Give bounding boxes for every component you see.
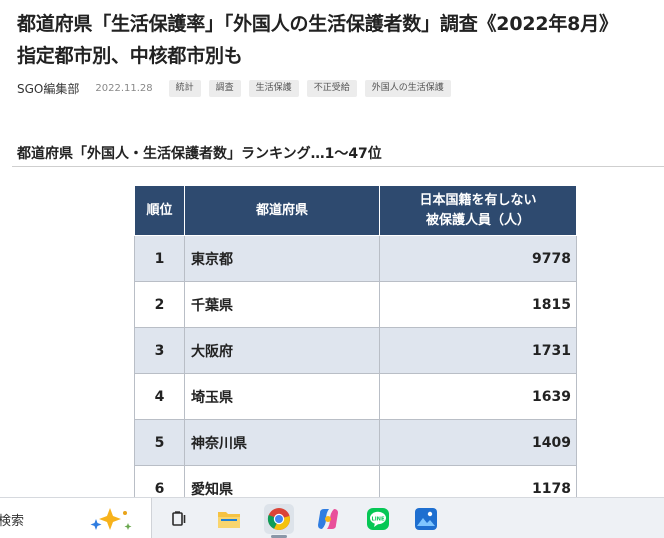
count-cell: 9778 (379, 235, 577, 282)
header-count-line-1: 日本国籍を有しない (419, 192, 537, 208)
table-row: 1 東京都 9778 (134, 235, 577, 282)
rank-cell: 3 (134, 327, 185, 374)
rank-cell: 4 (134, 373, 185, 420)
count-cell: 1815 (379, 281, 577, 328)
count-cell: 1409 (379, 419, 577, 466)
table-row: 2 千葉県 1815 (134, 281, 577, 328)
article-meta: SGO編集部 2022.11.28 統計 調査 生活保護 不正受給 外国人の生活… (17, 78, 451, 98)
article-title-line-2: 指定都市別、中核都市別も (17, 45, 243, 67)
tag-foreigner-welfare[interactable]: 外国人の生活保護 (364, 79, 451, 97)
prefecture-cell: 東京都 (184, 235, 380, 282)
section-divider (12, 166, 664, 167)
prefecture-cell: 愛知県 (184, 465, 380, 497)
rank-cell: 6 (134, 465, 185, 497)
count-cell: 1639 (379, 373, 577, 420)
prefecture-cell: 神奈川県 (184, 419, 380, 466)
ranking-table: 順位 都道府県 日本国籍を有しない 被保護人員（人） 1 東京都 9778 2 … (134, 185, 577, 497)
rank-cell: 5 (134, 419, 185, 466)
tag-welfare[interactable]: 生活保護 (248, 79, 299, 97)
photos-app-icon[interactable] (411, 504, 441, 534)
file-explorer-icon[interactable] (214, 504, 244, 534)
task-view-icon[interactable] (164, 504, 194, 534)
author-link[interactable]: SGO編集部 (17, 80, 79, 97)
publish-date: 2022.11.28 (95, 82, 153, 94)
tag-statistics[interactable]: 統計 (168, 79, 201, 97)
article-title: 都道府県「生活保護率」「外国人の生活保護者数」調査《2022年8月》 指定都市別… (17, 8, 664, 72)
header-rank: 順位 (134, 185, 185, 236)
header-count: 日本国籍を有しない 被保護人員（人） (379, 185, 577, 236)
svg-text:LINE: LINE (371, 516, 385, 522)
section-heading: 都道府県「外国人・生活保護者数」ランキング…1〜47位 (17, 146, 382, 162)
prefecture-cell: 大阪府 (184, 327, 380, 374)
count-cell: 1178 (379, 465, 577, 497)
header-prefecture: 都道府県 (184, 185, 380, 236)
taskbar-search-box[interactable]: 検索 (0, 498, 152, 538)
prefecture-cell: 千葉県 (184, 281, 380, 328)
article-view: 都道府県「生活保護率」「外国人の生活保護者数」調査《2022年8月》 指定都市別… (0, 0, 664, 497)
tag-list: 統計 調査 生活保護 不正受給 外国人の生活保護 (168, 79, 451, 97)
tag-fraud[interactable]: 不正受給 (306, 79, 357, 97)
table-row: 3 大阪府 1731 (134, 327, 577, 374)
table-row: 5 神奈川県 1409 (134, 419, 577, 466)
copilot-sparkle-icon[interactable] (82, 505, 138, 533)
tag-survey[interactable]: 調査 (208, 79, 241, 97)
table-header-row: 順位 都道府県 日本国籍を有しない 被保護人員（人） (134, 185, 577, 236)
table-row: 4 埼玉県 1639 (134, 373, 577, 420)
article-title-line-1: 都道府県「生活保護率」「外国人の生活保護者数」調査《2022年8月》 (17, 13, 618, 35)
taskbar-search-label: 検索 (0, 514, 25, 529)
copilot-app-icon[interactable] (313, 504, 343, 534)
windows-taskbar: 検索 LINE (0, 497, 664, 538)
count-cell: 1731 (379, 327, 577, 374)
prefecture-cell: 埼玉県 (184, 373, 380, 420)
line-app-icon[interactable]: LINE (363, 504, 393, 534)
rank-cell: 2 (134, 281, 185, 328)
header-count-line-2: 被保護人員（人） (425, 212, 530, 228)
rank-cell: 1 (134, 235, 185, 282)
chrome-icon[interactable] (264, 504, 294, 534)
table-row: 6 愛知県 1178 (134, 465, 577, 497)
